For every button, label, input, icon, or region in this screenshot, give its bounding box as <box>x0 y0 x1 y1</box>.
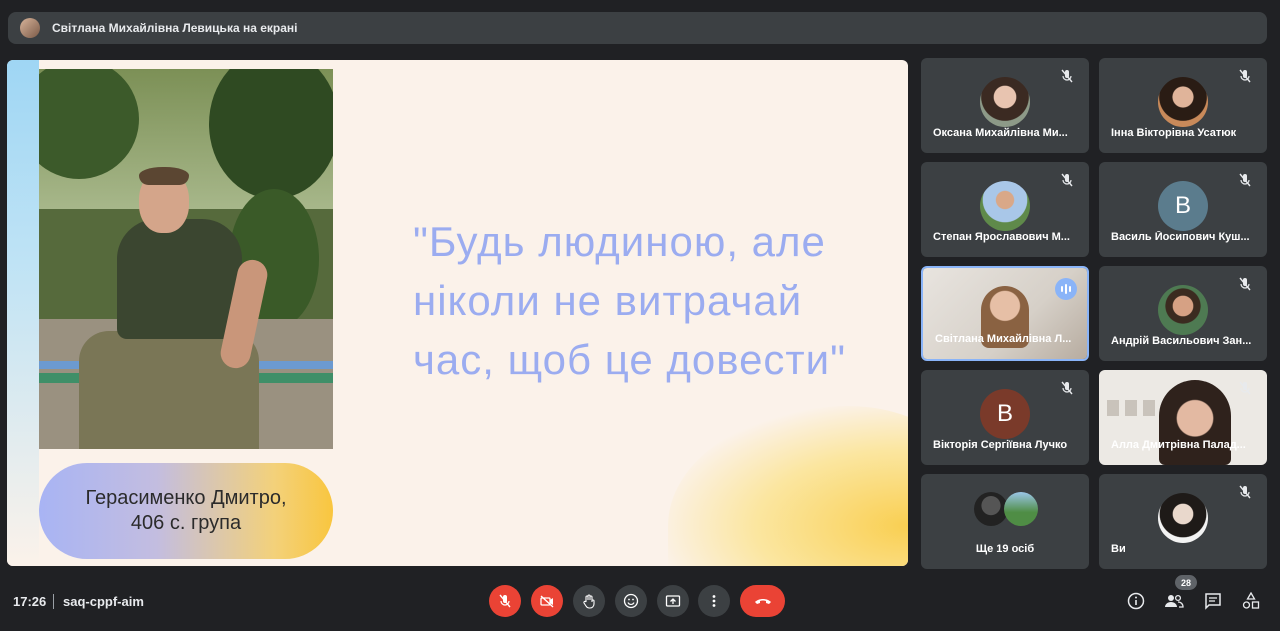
participant-name: Інна Вікторівна Усатюк <box>1111 127 1237 139</box>
present-icon <box>665 595 681 607</box>
student-name: Герасименко Дмитро, <box>85 487 287 509</box>
participant-name: Андрій Васильович Зан... <box>1111 335 1252 347</box>
shared-screen: Герасименко Дмитро, 406 с. група "Будь л… <box>7 60 908 566</box>
meeting-code: saq-cppf-aim <box>63 594 144 609</box>
avatar <box>1158 77 1208 127</box>
participant-name: Оксана Михайлівна Ми... <box>933 127 1068 139</box>
more-participants-label: Ще 19 осіб <box>975 543 1035 555</box>
camera-off-icon <box>540 595 554 608</box>
participant-video-person <box>1159 380 1231 465</box>
info-icon <box>1127 592 1145 610</box>
avatar <box>1004 492 1038 526</box>
quote-line-1: "Будь людиною, але <box>413 218 826 265</box>
slide-photo <box>39 69 333 449</box>
quote-line-3: час, щоб це довести" <box>413 336 847 383</box>
participant-tile[interactable]: Інна Вікторівна Усатюк <box>1099 58 1267 153</box>
participant-tile-speaking[interactable]: Світлана Михайлівна Л... <box>921 266 1089 361</box>
slide-decor-blob <box>668 406 908 566</box>
call-end-icon <box>754 599 771 604</box>
emoji-button[interactable] <box>615 585 647 617</box>
activities-icon <box>1242 592 1260 609</box>
meeting-info-button[interactable] <box>1125 590 1147 612</box>
more-options-button[interactable] <box>698 585 730 617</box>
activities-button[interactable] <box>1240 590 1262 612</box>
participant-name: Вікторія Сергіївна Лучко <box>933 439 1068 451</box>
student-group: 406 с. група <box>130 512 242 534</box>
slide-decor-strip <box>7 60 39 566</box>
present-button[interactable] <box>657 585 689 617</box>
divider <box>53 594 54 609</box>
avatar <box>980 181 1030 231</box>
meeting-time: 17:26 <box>13 594 47 609</box>
camera-toggle-button[interactable] <box>531 585 563 617</box>
avatar <box>1158 493 1208 543</box>
mic-off-icon <box>1239 173 1251 187</box>
emoji-icon <box>623 593 639 609</box>
speaking-indicator-icon <box>1055 278 1077 300</box>
chat-button[interactable] <box>1202 590 1224 612</box>
chat-icon <box>1205 593 1221 610</box>
mic-off-icon <box>1239 277 1251 291</box>
mic-off-icon <box>1239 381 1251 395</box>
presenter-avatar <box>20 18 40 38</box>
participant-tile[interactable]: Алла Дмитрівна Палад... <box>1099 370 1267 465</box>
avatar <box>1158 285 1208 335</box>
participant-tile[interactable]: Андрій Васильович Зан... <box>1099 266 1267 361</box>
participant-name: Степан Ярославович М... <box>933 231 1070 243</box>
participant-name: Василь Йосипович Куш... <box>1111 231 1250 243</box>
participant-tile[interactable]: Оксана Михайлівна Ми... <box>921 58 1089 153</box>
participant-name: Алла Дмитрівна Палад... <box>1111 439 1246 451</box>
mic-off-icon <box>499 594 511 608</box>
quote-line-2: ніколи не витрачай <box>413 277 803 324</box>
participant-name: Ви <box>1111 543 1126 555</box>
people-button[interactable] <box>1163 590 1185 612</box>
people-icon <box>1165 594 1184 608</box>
leave-call-button[interactable] <box>740 585 785 617</box>
avatar-letter: В <box>980 389 1030 439</box>
more-vert-icon <box>712 595 716 607</box>
slide-quote: "Будь людиною, але ніколи не витрачай ча… <box>413 212 883 389</box>
mic-off-icon <box>1061 69 1073 83</box>
participant-tile[interactable]: В Василь Йосипович Куш... <box>1099 162 1267 257</box>
participant-count-badge: 28 <box>1175 575 1197 590</box>
raise-hand-button[interactable] <box>573 585 605 617</box>
participant-tile[interactable]: В Вікторія Сергіївна Лучко <box>921 370 1089 465</box>
participant-name: Світлана Михайлівна Л... <box>935 333 1072 345</box>
mic-toggle-button[interactable] <box>489 585 521 617</box>
mic-off-icon <box>1239 485 1251 499</box>
presenter-bar: Світлана Михайлівна Левицька на екрані <box>8 12 1267 44</box>
avatar <box>980 77 1030 127</box>
control-bar: 17:26 saq-cppf-aim 28 <box>0 575 1280 631</box>
hand-icon <box>583 594 595 609</box>
avatar <box>974 492 1008 526</box>
student-name-badge: Герасименко Дмитро, 406 с. група <box>39 463 333 559</box>
avatar-letter: В <box>1158 181 1208 231</box>
mic-off-icon <box>1061 173 1073 187</box>
presenter-label: Світлана Михайлівна Левицька на екрані <box>52 21 298 35</box>
self-tile[interactable]: Ви <box>1099 474 1267 569</box>
mic-off-icon <box>1061 381 1073 395</box>
mic-off-icon <box>1239 69 1251 83</box>
more-participants-tile[interactable]: Ще 19 осіб <box>921 474 1089 569</box>
participant-tile[interactable]: Степан Ярославович М... <box>921 162 1089 257</box>
